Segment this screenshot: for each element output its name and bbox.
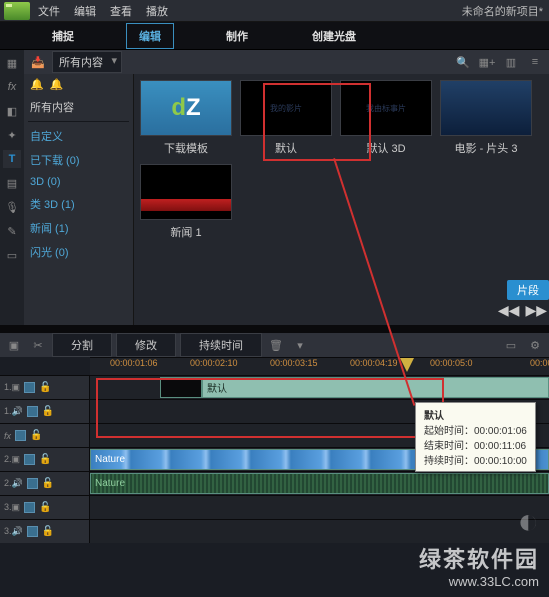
track-3-audio: 3.🔊🔓 [0, 519, 549, 543]
category-item[interactable]: 自定义 [24, 124, 133, 148]
audio-clip[interactable]: Nature [90, 473, 549, 494]
app-logo [4, 2, 30, 20]
clip-thumb[interactable] [160, 377, 202, 398]
tl-settings-icon[interactable]: ⚙ [525, 336, 545, 354]
thumb-movie-intro[interactable]: 电影 - 片头 3 [440, 80, 532, 156]
category-item[interactable]: 已下载 (0) [24, 148, 133, 172]
menu-play[interactable]: 播放 [146, 3, 168, 19]
media-browser: 📥 所有内容 🔍 ▦+ ▥ ≡ 🔔🔔 所有内容 自定义 已下载 (0) 3D (… [24, 50, 549, 325]
thumb-news[interactable]: 新闻 1 [140, 164, 232, 240]
lock-icon[interactable]: 🔓 [42, 406, 54, 417]
timeline-ruler[interactable]: 00:00:01:06 00:00:02:10 00:00:03:15 00:0… [90, 357, 549, 375]
lock-icon[interactable]: 🔓 [30, 430, 42, 441]
track-3: 3.▣🔓 [0, 495, 549, 519]
mode-capture[interactable]: 捕捉 [40, 24, 86, 48]
menu-view[interactable]: 查看 [110, 3, 132, 19]
audio-mix-icon[interactable]: 🎙 [3, 198, 21, 216]
category-item[interactable]: 3D (0) [24, 172, 133, 192]
preview-tab-clip[interactable]: 片段 [507, 280, 549, 300]
category-item[interactable]: 闪光 (0) [24, 240, 133, 264]
title-clip[interactable]: 默认 [202, 377, 549, 398]
transition-icon[interactable]: ▤ [3, 174, 21, 192]
tl-tool-icon[interactable]: ▣ [4, 336, 24, 354]
split-button[interactable]: 分割 [52, 333, 112, 357]
track-enable-checkbox[interactable] [27, 406, 38, 417]
lock-icon[interactable]: 🔓 [42, 478, 54, 489]
playhead[interactable] [400, 358, 414, 372]
thumbnail-grid: dZ 下载模板 我的影片 默认 我由标事片 默认 3D 电影 - 片头 3 [134, 74, 549, 325]
timeline-toolbar: ▣ ✂ 分割 修改 持续时间 🗑 ▾ ▭ ⚙ [0, 333, 549, 357]
menubar: 文件 编辑 查看 播放 未命名的新项目* [0, 0, 549, 22]
track-enable-checkbox[interactable] [24, 502, 35, 513]
track-title: 1.▣🔓 默认 [0, 375, 549, 399]
bell-icon: 🔔 [30, 78, 44, 91]
particle-icon[interactable]: ✦ [3, 126, 21, 144]
lock-icon[interactable]: 🔓 [42, 526, 54, 537]
tl-marker-icon[interactable]: ✂ [28, 336, 48, 354]
category-item[interactable]: 类 3D (1) [24, 192, 133, 216]
mode-edit[interactable]: 编辑 [126, 23, 174, 49]
delete-icon[interactable]: 🗑 [266, 336, 286, 354]
title-icon[interactable]: T [3, 150, 21, 168]
track-enable-checkbox[interactable] [24, 382, 35, 393]
menu-icon[interactable]: ≡ [525, 53, 545, 71]
media-icon[interactable]: ▦ [3, 54, 21, 72]
track-enable-checkbox[interactable] [27, 478, 38, 489]
mode-tabs: 捕捉 编辑 制作 创建光盘 [0, 22, 549, 50]
track-enable-checkbox[interactable] [24, 454, 35, 465]
browser-body: 🔔🔔 所有内容 自定义 已下载 (0) 3D (0) 类 3D (1) 新闻 (… [24, 74, 549, 325]
room-tabs: ▦ fx ◧ ✦ T ▤ 🎙 ✎ ▭ [0, 50, 24, 325]
chapter-icon[interactable]: ✎ [3, 222, 21, 240]
thumb-default-3d[interactable]: 我由标事片 默认 3D [340, 80, 432, 156]
category-list: 🔔🔔 所有内容 自定义 已下载 (0) 3D (0) 类 3D (1) 新闻 (… [24, 74, 134, 325]
import-icon[interactable]: 📥 [28, 53, 48, 71]
preview-tabs: 片段 [507, 280, 549, 300]
search-icon[interactable]: 🔍 [453, 53, 473, 71]
category-all[interactable]: 🔔🔔 [24, 74, 133, 95]
clip-tooltip: 默认 起始时间：00:00:01:06 结束时间：00:00:11:06 持续时… [415, 402, 536, 472]
browser-toolbar: 📥 所有内容 🔍 ▦+ ▥ ≡ [24, 50, 549, 74]
play-prev-icon[interactable]: ◀◀ [498, 302, 520, 319]
category-dropdown[interactable]: 所有内容 [52, 51, 122, 73]
menu-file[interactable]: 文件 [38, 3, 60, 19]
lock-icon[interactable]: 🔓 [39, 382, 51, 393]
tl-view-icon[interactable]: ▭ [501, 336, 521, 354]
work-area: ▦ fx ◧ ✦ T ▤ 🎙 ✎ ▭ 📥 所有内容 🔍 ▦+ ▥ ≡ 🔔🔔 所有… [0, 50, 549, 325]
mode-produce[interactable]: 制作 [214, 24, 260, 48]
pip-icon[interactable]: ◧ [3, 102, 21, 120]
more-icon[interactable]: ▾ [290, 336, 310, 354]
mode-disc[interactable]: 创建光盘 [300, 24, 368, 48]
modify-button[interactable]: 修改 [116, 333, 176, 357]
add-icon[interactable]: ▦+ [477, 53, 497, 71]
view-icon[interactable]: ▥ [501, 53, 521, 71]
menu-edit[interactable]: 编辑 [74, 3, 96, 19]
duration-button[interactable]: 持续时间 [180, 333, 262, 357]
subtitle-icon[interactable]: ▭ [3, 246, 21, 264]
track-enable-checkbox[interactable] [27, 526, 38, 537]
fx-icon[interactable]: fx [3, 78, 21, 96]
thumb-download[interactable]: dZ 下载模板 [140, 80, 232, 156]
lock-icon[interactable]: 🔓 [39, 454, 51, 465]
category-item[interactable]: 新闻 (1) [24, 216, 133, 240]
play-next-icon[interactable]: ▶▶ [525, 302, 547, 319]
project-title: 未命名的新项目* [462, 3, 543, 19]
track-enable-checkbox[interactable] [15, 430, 26, 441]
thumb-default[interactable]: 我的影片 默认 [240, 80, 332, 156]
category-item[interactable]: 所有内容 [24, 95, 133, 119]
bell-icon: 🔔 [50, 78, 64, 91]
main-menu: 文件 编辑 查看 播放 [38, 3, 168, 19]
lock-icon[interactable]: 🔓 [39, 502, 51, 513]
track-audio: 2.🔊🔓 Nature [0, 471, 549, 495]
preview-controls: ◀◀ ▶▶ [498, 302, 547, 319]
